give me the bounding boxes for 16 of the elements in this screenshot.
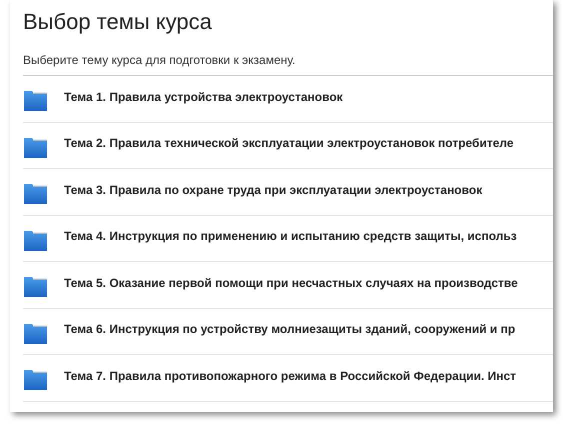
topic-link[interactable]: Тема 5. Оказание первой помощи при несчастных случаях на производстве bbox=[64, 274, 518, 292]
folder-icon bbox=[23, 228, 48, 252]
topic-link[interactable]: Тема 4. Инструкция по применению и испытанию средств защиты, использ bbox=[64, 227, 517, 246]
topic-link[interactable]: Тема 3. Правила по охране труда при эксплуатации электроустановок bbox=[64, 180, 482, 199]
topic-link[interactable]: Тема 7. Правила противопожарного режима в Российской Федерации. Инст bbox=[64, 366, 516, 385]
folder-icon bbox=[23, 89, 48, 112]
folder-icon bbox=[23, 136, 48, 159]
topic-link[interactable]: Тема 2. Правила технической эксплуатации электроустановок потребителе bbox=[64, 134, 514, 152]
topic-link[interactable]: Тема 1. Правила устройства электроустановок bbox=[64, 88, 343, 106]
page-title: Выбор темы курса bbox=[23, 8, 213, 36]
folder-icon bbox=[23, 368, 48, 392]
folder-icon bbox=[23, 275, 48, 298]
folder-icon bbox=[23, 182, 48, 206]
topic-link[interactable]: Тема 6. Инструкция по устройству молниезащиты зданий, сооружений и пр bbox=[64, 320, 516, 338]
page-subtitle: Выберите тему курса для подготовки к экзамену. bbox=[23, 52, 296, 68]
folder-icon bbox=[23, 322, 48, 345]
